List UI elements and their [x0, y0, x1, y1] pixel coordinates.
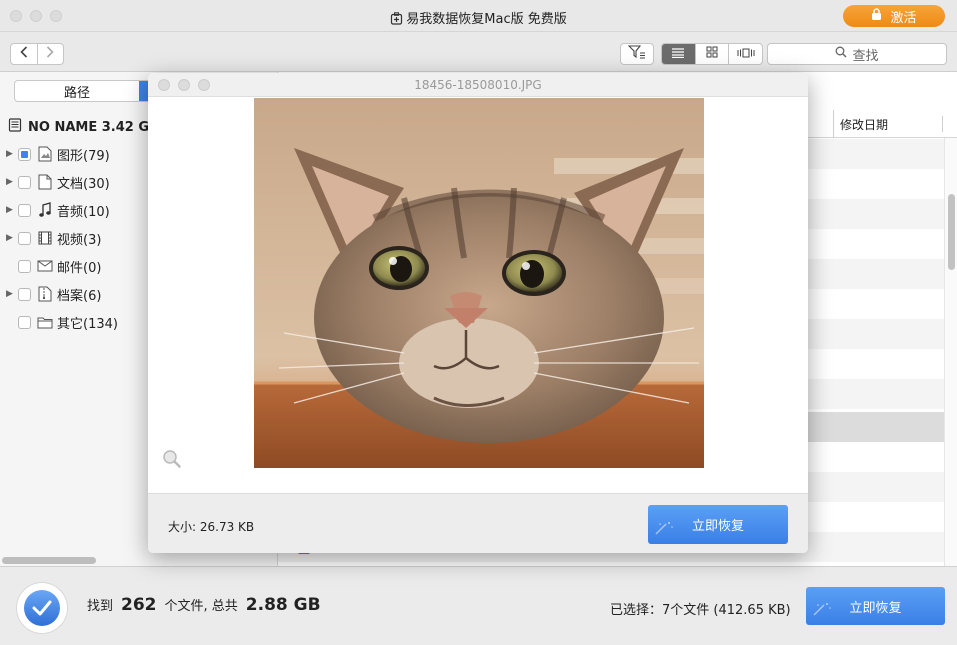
selected-summary: 已选择：7个文件 (412.65 KB) [610, 603, 791, 618]
grid-view-button[interactable] [694, 44, 729, 64]
preview-recover-button[interactable]: 立即恢复 [648, 505, 788, 544]
drive-row[interactable]: NO NAME 3.42 GB [8, 118, 159, 136]
sidebar-item-label: 文档(30) [57, 176, 110, 192]
app-icon [390, 12, 403, 29]
sidebar-item-mail[interactable]: 邮件(0) [6, 256, 101, 276]
cover-flow-icon [737, 47, 755, 62]
magic-wand-icon [654, 520, 676, 540]
list-vertical-scrollbar[interactable] [944, 138, 957, 566]
disclosure-triangle-icon[interactable]: ▶ [6, 289, 16, 299]
archives-checkbox[interactable] [18, 287, 31, 301]
graphics-checkbox[interactable] [18, 147, 31, 161]
sidebar-item-graphics[interactable]: ▶ 图形(79) [6, 144, 110, 164]
sidebar-item-label: 音频(10) [57, 204, 110, 220]
preview-title-bar: 18456-18508010.JPG [148, 73, 808, 97]
activate-button[interactable]: 激活 [843, 5, 945, 27]
zoom-icon[interactable] [162, 449, 182, 473]
disclosure-triangle-icon[interactable]: ▶ [6, 233, 16, 243]
drive-icon [8, 118, 22, 136]
document-icon [37, 174, 53, 190]
sidebar-item-other[interactable]: 其它(134) [6, 312, 118, 332]
sidebar-item-label: 图形(79) [57, 148, 110, 164]
checkmark-icon [24, 590, 60, 626]
found-size: 2.88 GB [245, 595, 321, 615]
sidebar-item-video[interactable]: ▶ 视频(3) [6, 228, 101, 248]
file-size-label: 大小: 26.73 KB [168, 520, 255, 534]
preview-filename: 18456-18508010.JPG [414, 78, 542, 92]
filter-icon [627, 45, 646, 63]
cover-flow-view-button[interactable] [728, 44, 762, 64]
found-count: 262 [121, 595, 157, 615]
other-checkbox[interactable] [18, 315, 31, 329]
film-icon [37, 230, 53, 246]
disclosure-triangle-icon[interactable]: ▶ [6, 177, 16, 187]
column-modified-date[interactable]: 修改日期 [833, 110, 888, 138]
preview-window: 18456-18508010.JPG 大小: 26.73 KB 立即恢复 [148, 73, 808, 553]
toolbar: 查找 [0, 32, 957, 72]
audio-checkbox[interactable] [18, 203, 31, 217]
activate-label: 激活 [890, 10, 917, 26]
scan-complete-badge [17, 583, 67, 633]
preview-recover-label: 立即恢复 [691, 519, 744, 534]
sidebar-item-label: 其它(134) [57, 316, 118, 332]
grid-view-icon [706, 46, 718, 62]
list-view-button[interactable] [662, 44, 695, 64]
preview-footer: 大小: 26.73 KB 立即恢复 [148, 493, 808, 553]
found-summary: 找到 262 个文件, 总共 2.88 GB [87, 595, 321, 615]
recover-now-button[interactable]: 立即恢复 [806, 587, 945, 625]
sidebar-item-documents[interactable]: ▶ 文档(30) [6, 172, 110, 192]
folder-icon [37, 314, 53, 330]
music-note-icon [37, 202, 53, 218]
magic-wand-icon [812, 601, 834, 621]
filter-button[interactable] [620, 43, 654, 65]
recover-now-label: 立即恢复 [849, 600, 902, 616]
sidebar-item-label: 邮件(0) [57, 260, 102, 276]
scrollbar-thumb[interactable] [948, 194, 955, 270]
tab-path[interactable]: 路径 [15, 81, 139, 101]
disclosure-triangle-icon[interactable]: ▶ [6, 205, 16, 215]
found-prefix: 找到 [87, 599, 114, 614]
back-button[interactable] [11, 44, 37, 64]
found-middle: 个文件, 总共 [164, 599, 238, 614]
archive-icon [37, 286, 53, 302]
sidebar-item-archives[interactable]: ▶ 档案(6) [6, 284, 101, 304]
view-mode-group [661, 43, 763, 65]
sidebar-item-label: 档案(6) [57, 288, 102, 304]
image-file-icon [37, 146, 53, 162]
drive-label: NO NAME 3.42 GB [28, 119, 159, 135]
sidebar-item-audio[interactable]: ▶ 音频(10) [6, 200, 110, 220]
search-field[interactable]: 查找 [767, 43, 947, 65]
chevron-right-icon [46, 46, 54, 62]
documents-checkbox[interactable] [18, 175, 31, 189]
navigation-group [10, 43, 64, 65]
search-icon [835, 46, 848, 62]
sidebar-horizontal-scrollbar[interactable] [2, 557, 96, 564]
mail-checkbox[interactable] [18, 259, 31, 273]
video-checkbox[interactable] [18, 231, 31, 245]
preview-image [254, 98, 704, 468]
lock-icon [871, 8, 882, 24]
list-view-icon [671, 47, 685, 62]
envelope-icon [37, 258, 53, 274]
sidebar-item-label: 视频(3) [57, 232, 102, 248]
window-title: 易我数据恢复Mac版 免费版 [0, 8, 957, 29]
search-label: 查找 [852, 48, 879, 64]
disclosure-triangle-icon[interactable]: ▶ [6, 149, 16, 159]
title-bar: 易我数据恢复Mac版 免费版 激活 [0, 0, 957, 32]
window-title-text: 易我数据恢复Mac版 免费版 [406, 12, 567, 27]
status-bar: 找到 262 个文件, 总共 2.88 GB 已选择：7个文件 (412.65 … [0, 566, 957, 645]
forward-button[interactable] [36, 44, 64, 64]
chevron-left-icon [20, 46, 28, 62]
